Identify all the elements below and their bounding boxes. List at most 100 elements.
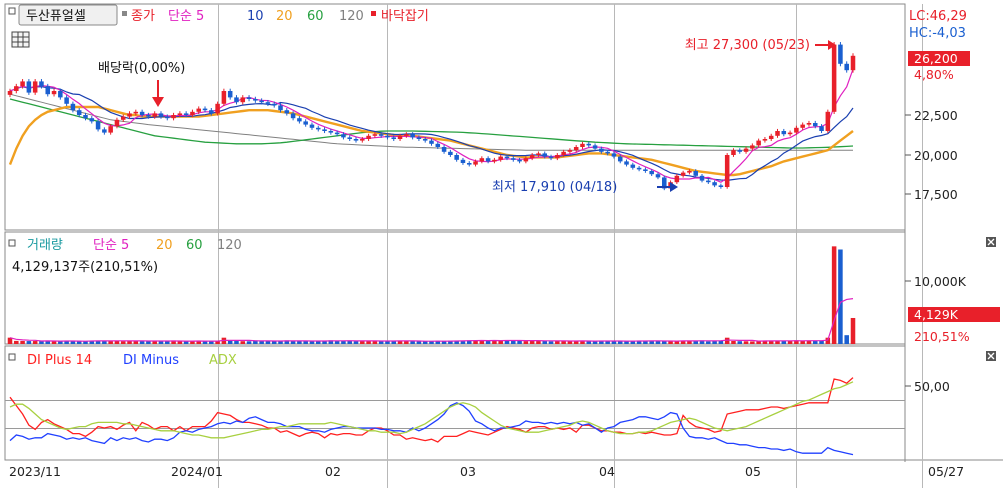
di-panel-close-icon[interactable] <box>986 351 996 361</box>
candle-body <box>511 158 516 160</box>
candle-body <box>221 91 227 104</box>
volume-ma60-label[interactable]: 60 <box>186 238 203 253</box>
candle-body <box>599 148 604 152</box>
volume-bar <box>668 341 673 344</box>
candle-body <box>64 97 69 104</box>
price-panel-menu-icon[interactable] <box>8 7 16 15</box>
volume-panel-close-icon[interactable] <box>986 237 996 247</box>
volume-title[interactable]: 거래량 <box>27 238 63 253</box>
volume-bar <box>831 246 837 344</box>
volume-bar <box>662 341 667 344</box>
candle-body <box>284 110 290 114</box>
volume-tick: 10,000K <box>914 274 967 289</box>
x-label: 2023/11 <box>9 464 61 479</box>
volume-bar <box>687 341 692 344</box>
ma120-label[interactable]: 120 <box>339 9 364 24</box>
ma20-label[interactable]: 20 <box>276 9 293 24</box>
candle-body <box>775 131 780 136</box>
candle-body <box>429 140 434 144</box>
candle-body <box>580 143 585 147</box>
low-annotation: 최저 17,910 (04/18) <box>492 180 617 195</box>
volume-ma5-label[interactable]: 단순 5 <box>93 238 129 253</box>
candle-body <box>290 113 296 119</box>
volume-bar <box>240 341 246 344</box>
candle-body <box>517 159 522 162</box>
x-label: 2024/01 <box>171 464 223 479</box>
volume-bar <box>20 341 25 344</box>
price-label[interactable]: 종가 <box>131 9 155 24</box>
adx-label[interactable]: ADX <box>209 353 237 368</box>
candle-body <box>561 151 566 155</box>
bottom-indicator-label[interactable]: 바닥잡기 <box>381 9 429 24</box>
low-arrow-icon <box>657 182 678 192</box>
candle-body <box>649 171 654 175</box>
candle-body <box>341 134 346 138</box>
candle-body <box>630 164 636 168</box>
volume-current: 4,129K <box>914 307 959 322</box>
candle-body <box>781 131 787 135</box>
ma60-label[interactable]: 60 <box>307 9 324 24</box>
candle-body <box>133 111 139 114</box>
di-plus-label[interactable]: DI Plus 14 <box>27 353 92 368</box>
candle-body <box>45 86 51 95</box>
volume-bar <box>334 341 340 344</box>
candle-body <box>819 126 824 131</box>
candle-body <box>806 123 812 125</box>
candle-body <box>139 111 145 115</box>
volume-bar <box>523 341 529 344</box>
volume-bar <box>416 341 422 344</box>
candle-body <box>253 99 258 101</box>
volume-bar <box>315 341 321 344</box>
candle-body <box>39 81 44 87</box>
volume-bar <box>838 249 843 344</box>
volume-axis: 10,000K 4,129K 210,51% <box>905 274 1000 344</box>
candle-body <box>416 137 422 139</box>
x-label: 04 <box>599 464 615 479</box>
stock-chart[interactable]: 두산퓨얼셀 종가 단순 5 10 20 60 120 바닥잡기 LC:46,29… <box>0 0 1003 488</box>
di-panel-menu-icon[interactable] <box>8 353 16 361</box>
grid-table-icon[interactable] <box>11 31 30 48</box>
volume-ma120-label[interactable]: 120 <box>217 238 242 253</box>
dividend-arrow-icon <box>152 80 164 107</box>
volume-bar <box>297 341 302 344</box>
ma5-label[interactable]: 단순 5 <box>168 9 204 24</box>
candle-body <box>20 81 25 87</box>
candle-body <box>466 163 472 165</box>
candle-body <box>32 81 38 93</box>
volume-bar <box>750 341 755 344</box>
candle-body <box>529 155 535 159</box>
di-minus-label[interactable]: DI Minus <box>123 353 179 368</box>
candle-body <box>271 103 277 106</box>
candle-body <box>731 150 736 155</box>
candle-body <box>83 115 88 119</box>
di-lines <box>9 377 854 456</box>
di-legend: DI Plus 14 DI Minus ADX <box>8 353 237 368</box>
candle-body <box>586 143 592 146</box>
candle-body <box>183 113 189 115</box>
candle-body <box>102 129 107 133</box>
volume-bar <box>655 341 661 344</box>
candle-body <box>693 171 698 176</box>
volume-panel-frame <box>4 231 906 345</box>
di-plus-line <box>9 377 854 443</box>
candle-body <box>303 121 308 125</box>
volume-bar <box>850 317 856 344</box>
candle-body <box>617 156 623 162</box>
candle-body <box>378 134 384 136</box>
volume-ma20-label[interactable]: 20 <box>156 238 173 253</box>
candle-body <box>756 140 761 146</box>
candle-body <box>7 91 13 95</box>
volume-bar <box>422 341 428 344</box>
candle-body <box>14 86 19 91</box>
volume-bar <box>410 341 415 344</box>
volume-panel-menu-icon[interactable] <box>8 239 16 247</box>
candle-body <box>706 180 711 183</box>
volume-bar <box>108 341 113 344</box>
volume-bar <box>76 341 82 344</box>
candle-body <box>624 161 629 165</box>
ma10-label[interactable]: 10 <box>247 9 264 24</box>
volume-current-pct: 210,51% <box>914 329 970 344</box>
candle-body <box>190 111 195 115</box>
x-label: 03 <box>460 464 476 479</box>
candle-body <box>322 129 327 131</box>
